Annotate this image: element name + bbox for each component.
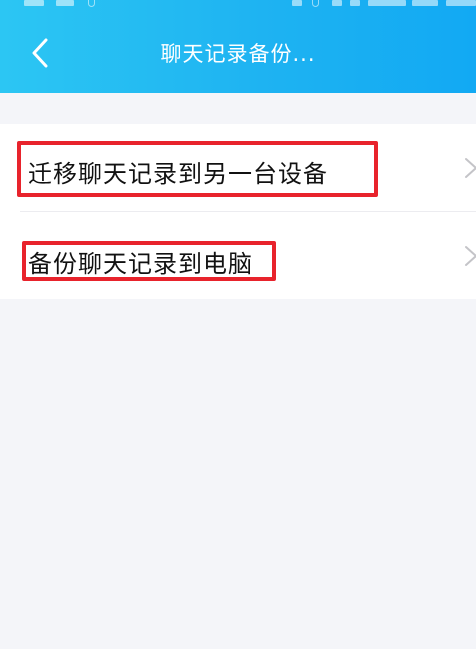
alarm-icon [312,0,319,7]
header-bar: 聊天记录备份... [0,0,476,93]
nfc-icon [292,0,302,6]
menu-list: 迁移聊天记录到另一台设备 备份聊天记录到电脑 [0,124,476,299]
screen: 聊天记录备份... 迁移聊天记录到另一台设备 备份聊天记录到电脑 [0,0,476,649]
highlight-box [22,241,276,281]
chevron-right-icon [465,246,476,266]
notification-icon [88,0,95,7]
chevron-right-icon [465,158,476,178]
status-bar [0,0,476,12]
highlight-box [17,141,378,197]
wifi-icon [350,0,360,6]
battery-percent-text [368,0,406,6]
clock-text [446,0,476,6]
vibrate-icon [332,0,342,6]
page-title: 聊天记录备份... [160,42,316,66]
battery-icon [412,0,438,6]
signal-icon [24,0,44,6]
signal-icon [56,0,74,6]
